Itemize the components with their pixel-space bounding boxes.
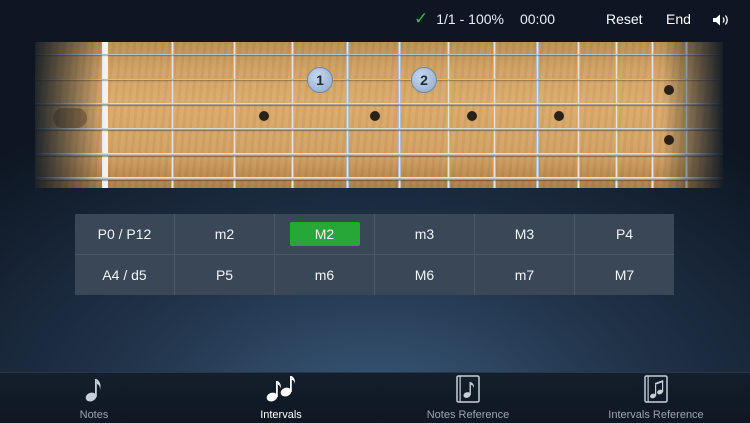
fret [346, 42, 349, 188]
interval-answer-grid: P0 / P12 m2 M2 m3 M3 P4 A4 / d5 P5 m6 M6… [75, 214, 674, 295]
fret [536, 42, 539, 188]
interval-button-m7-major[interactable]: M7 [575, 255, 674, 295]
fret [685, 42, 688, 188]
note-book-icon [456, 375, 480, 403]
tab-bar: Notes Intervals Notes Reference Interval… [0, 372, 750, 423]
note-marker-2[interactable]: 2 [411, 67, 437, 93]
note-marker-1[interactable]: 1 [307, 67, 333, 93]
fretboard[interactable]: 1 2 [35, 42, 723, 188]
check-icon: ✓ [414, 9, 429, 28]
tab-notes-reference-label: Notes Reference [426, 409, 510, 421]
interval-button-m3-minor[interactable]: m3 [375, 214, 474, 254]
fret [398, 42, 401, 188]
fret [493, 42, 496, 188]
fret [291, 42, 294, 188]
fret-inlay-dot [664, 85, 674, 95]
tab-notes-reference[interactable]: Notes Reference [413, 373, 523, 423]
interval-button-m7-minor[interactable]: m7 [475, 255, 574, 295]
fret [233, 42, 236, 188]
fret [577, 42, 580, 188]
guitar-string [35, 128, 723, 130]
single-note-icon [85, 379, 101, 402]
score-status: ✓ 1/1 - 100% 00:00 [414, 9, 556, 28]
fret [171, 42, 174, 188]
fret [651, 42, 654, 188]
fret-inlay-dot [554, 111, 564, 121]
guitar-string [35, 177, 723, 180]
tab-intervals-label: Intervals [260, 409, 302, 421]
fret [615, 42, 618, 188]
fret-inlay-dot [664, 135, 674, 145]
guitar-string [35, 79, 723, 80]
fretboard-fade-right [663, 42, 723, 188]
interval-button-m2-minor[interactable]: m2 [175, 214, 274, 254]
score-text: 1/1 - 100% [436, 11, 504, 27]
top-bar: ✓ 1/1 - 100% 00:00 Reset End [0, 0, 750, 40]
interval-button-p4[interactable]: P4 [575, 214, 674, 254]
interval-button-m3-major[interactable]: M3 [475, 214, 574, 254]
interval-button-m2-major[interactable]: M2 [275, 214, 374, 254]
fret [447, 42, 450, 188]
speaker-icon[interactable] [712, 13, 732, 27]
double-note-icon [266, 376, 295, 402]
guitar-string [35, 103, 723, 105]
tab-intervals-reference[interactable]: Intervals Reference [596, 373, 716, 423]
fret-inlay-dot [259, 111, 269, 121]
interval-button-m6-major[interactable]: M6 [375, 255, 474, 295]
tab-intervals-reference-label: Intervals Reference [608, 409, 704, 421]
nut [102, 42, 108, 188]
tab-intervals[interactable]: Intervals [241, 373, 321, 423]
interval-button-a4-d5[interactable]: A4 / d5 [75, 255, 174, 295]
tab-notes[interactable]: Notes [54, 373, 134, 423]
fret-inlay-dot [467, 111, 477, 121]
end-button[interactable]: End [666, 11, 691, 27]
interval-button-p0-p12[interactable]: P0 / P12 [75, 214, 174, 254]
guitar-string [35, 153, 723, 156]
reset-button[interactable]: Reset [606, 11, 643, 27]
intervals-book-icon [644, 375, 668, 403]
tab-notes-label: Notes [79, 409, 109, 421]
guitar-string [35, 54, 723, 55]
fretboard-shadow [53, 108, 87, 128]
fret-inlay-dot [370, 111, 380, 121]
interval-button-p5[interactable]: P5 [175, 255, 274, 295]
interval-button-m6-minor[interactable]: m6 [275, 255, 374, 295]
timer-text: 00:00 [519, 11, 556, 27]
